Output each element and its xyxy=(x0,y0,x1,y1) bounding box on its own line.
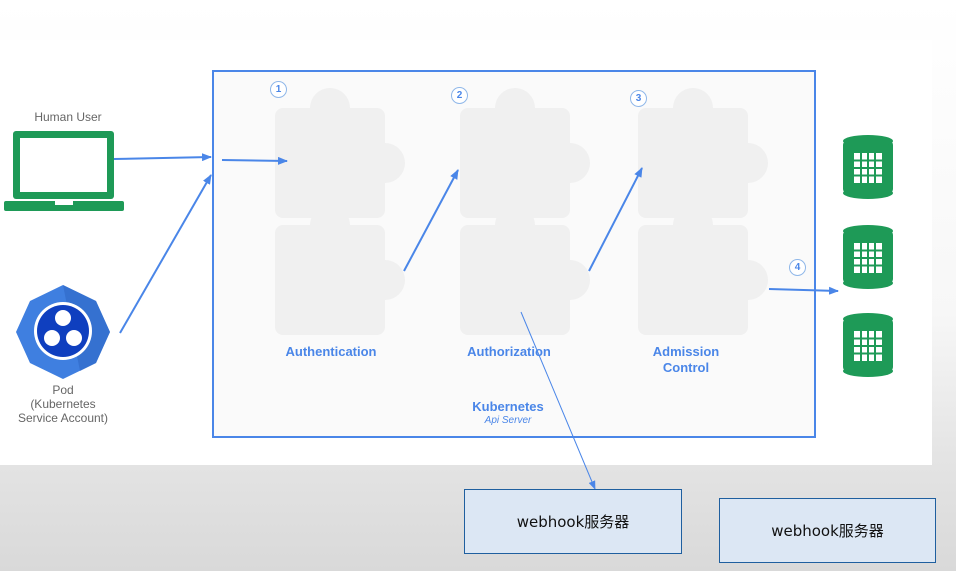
step-number-3: 3 xyxy=(630,90,647,107)
database-icon xyxy=(842,224,894,290)
step-number-2: 2 xyxy=(451,87,468,104)
step-number-4: 4 xyxy=(789,259,806,276)
webhook-server-box: webhook服务器 xyxy=(464,489,682,554)
api-server-subtitle: Api Server xyxy=(484,415,532,426)
human-user-label: Human User xyxy=(34,110,102,124)
step-number-1: 1 xyxy=(270,81,287,98)
admission-control-label: Admission Control xyxy=(626,344,746,376)
diagram-svg xyxy=(4,70,894,490)
arrow-pod-to-api xyxy=(119,174,212,334)
pod-label: Pod (Kubernetes Service Account) xyxy=(8,383,118,425)
database-icon xyxy=(842,134,894,200)
pod-label-line: Pod xyxy=(52,383,74,397)
authentication-label: Authentication xyxy=(285,344,377,359)
webhook-server-box: webhook服务器 xyxy=(719,498,936,563)
arrow-user-to-api xyxy=(113,153,212,162)
database-icon xyxy=(842,312,894,378)
laptop-icon xyxy=(4,131,124,211)
puzzle-pieces xyxy=(275,88,768,335)
authorization-label: Authorization xyxy=(467,344,551,359)
pod-label-line: Service Account) xyxy=(17,411,109,425)
pod-icon xyxy=(16,285,110,379)
webhook-server-label: webhook服务器 xyxy=(516,513,630,531)
arrow-into-authentication xyxy=(221,156,288,165)
admission-label-line: Control xyxy=(662,360,710,375)
api-server-title: Kubernetes xyxy=(472,399,544,414)
admission-label-line: Admission xyxy=(652,344,720,359)
pod-label-line: (Kubernetes xyxy=(30,397,96,411)
webhook-server-label: webhook服务器 xyxy=(771,522,884,540)
